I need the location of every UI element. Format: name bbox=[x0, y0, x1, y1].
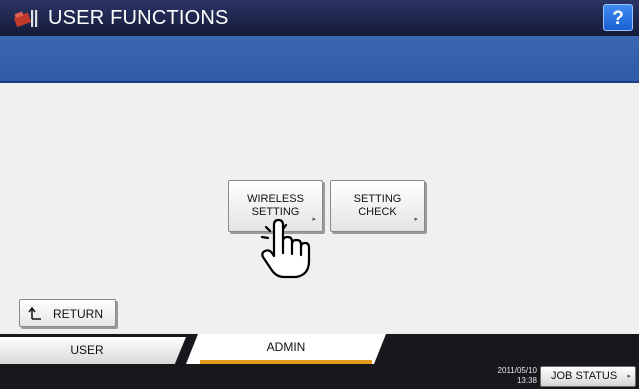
date-time-display: 2011/05/10 13:38 bbox=[495, 366, 537, 386]
toolbox-icon bbox=[14, 10, 38, 28]
setting-check-button[interactable]: SETTING CHECK ▸ bbox=[330, 180, 425, 232]
tab-admin-label: ADMIN bbox=[266, 340, 306, 354]
tab-bar: USER ADMIN bbox=[0, 334, 639, 364]
return-button[interactable]: RETURN bbox=[19, 299, 116, 327]
date-text: 2011/05/10 bbox=[497, 366, 537, 375]
tab-admin[interactable]: ADMIN bbox=[186, 334, 386, 364]
wireless-setting-label-line1: WIRELESS bbox=[247, 193, 304, 205]
status-bar: 2011/05/10 13:38 JOB STATUS ▸ bbox=[0, 364, 639, 389]
time-text: 13:38 bbox=[516, 376, 537, 385]
page-title: USER FUNCTIONS bbox=[48, 7, 229, 29]
user-functions-screen: USER FUNCTIONS ? WIRELESS SETTING ▸ SETT… bbox=[0, 0, 639, 389]
help-button[interactable]: ? bbox=[603, 4, 633, 31]
return-label: RETURN bbox=[53, 307, 103, 321]
job-status-button[interactable]: JOB STATUS ▸ bbox=[540, 366, 636, 387]
header-band bbox=[0, 36, 639, 83]
setting-check-label-line1: SETTING bbox=[353, 193, 402, 205]
return-arrow-icon bbox=[28, 306, 41, 320]
submenu-arrow-icon: ▸ bbox=[627, 373, 631, 380]
job-status-label: JOB STATUS bbox=[551, 370, 618, 382]
setting-check-label-line2: CHECK bbox=[358, 206, 397, 218]
main-panel: WIRELESS SETTING ▸ SETTING CHECK ▸ RETUR… bbox=[0, 83, 639, 334]
hand-pointer-icon bbox=[260, 218, 311, 279]
submenu-arrow-icon: ▸ bbox=[414, 216, 418, 223]
tab-user-label: USER bbox=[70, 343, 104, 357]
tab-user[interactable]: USER bbox=[0, 337, 186, 364]
title-bar: USER FUNCTIONS ? bbox=[0, 0, 639, 36]
